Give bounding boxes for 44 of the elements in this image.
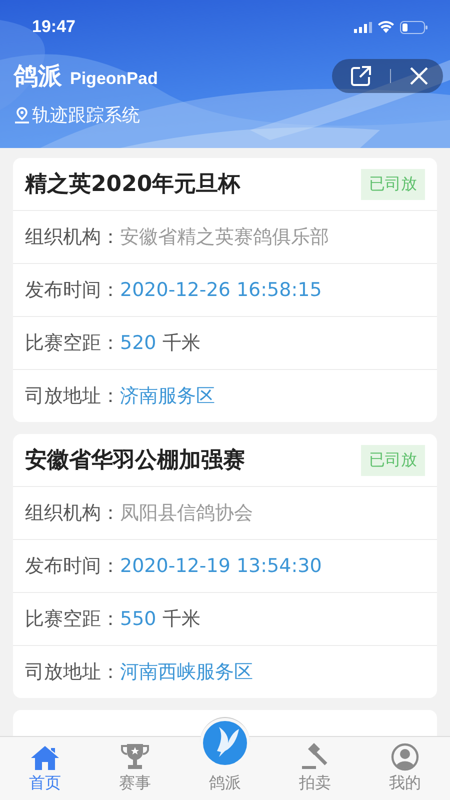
tab-item[interactable]: 我的 — [360, 737, 450, 800]
field-value: 2020-12-26 16:58:15 — [120, 279, 322, 301]
status-tag: 已司放 — [361, 444, 425, 476]
battery-icon — [400, 20, 428, 34]
field-label: 比赛空距： — [25, 607, 120, 632]
wifi-icon — [378, 21, 394, 33]
app-name-latin: PigeonPad — [70, 69, 158, 89]
field-value: 凤阳县信鸽协会 — [120, 501, 253, 526]
race-title: 安徽省华羽公棚加强赛 — [25, 446, 245, 475]
field-value: 河南西峡服务区 — [120, 660, 253, 685]
trophy-icon — [120, 743, 150, 771]
field-label: 比赛空距： — [25, 331, 120, 356]
race-card[interactable]: 安徽省华羽公棚加强赛 已司放 组织机构：凤阳县信鸽协会 发布时间：2020-12-19 13:54:30 比赛空距：550 千米 司放地址：河南西峡服务区 — [13, 434, 437, 698]
house-icon — [30, 745, 60, 771]
field-label: 组织机构： — [25, 225, 120, 250]
tab-item[interactable]: 拍卖 — [270, 737, 360, 800]
field-label: 司放地址： — [25, 660, 120, 685]
race-card[interactable]: 精之英2020年元旦杯 已司放 组织机构：安徽省精之英赛鸽俱乐部 发布时间：2020-12-26 16:58:15 比赛空距：520 千米 司放地址：济南服务区 — [13, 158, 437, 422]
unit-label: 千米 — [162, 607, 200, 632]
profile-icon — [391, 743, 419, 771]
field-value: 520 — [120, 332, 156, 354]
race-title: 精之英2020年元旦杯 — [25, 170, 240, 199]
share-icon[interactable] — [350, 65, 372, 87]
field-label: 司放地址： — [25, 384, 120, 409]
close-icon[interactable] — [409, 66, 429, 86]
app-name: 鸽派 — [14, 61, 62, 92]
field-value: 2020-12-19 13:54:30 — [120, 555, 322, 577]
unit-label: 千米 — [162, 331, 200, 356]
gavel-icon — [300, 743, 330, 771]
field-label: 组织机构： — [25, 501, 120, 526]
status-time: 19:47 — [32, 17, 76, 37]
field-label: 发布时间： — [25, 278, 120, 303]
signal-icon — [354, 22, 372, 32]
field-value: 安徽省精之英赛鸽俱乐部 — [120, 225, 329, 250]
field-value: 济南服务区 — [120, 384, 215, 409]
field-value: 550 — [120, 608, 156, 630]
tab-item[interactable]: 鸽派 — [180, 717, 270, 800]
tab-item[interactable]: 赛事 — [90, 737, 180, 800]
status-tag: 已司放 — [361, 168, 425, 200]
dove-icon — [203, 721, 247, 765]
tab-item[interactable]: 首页 — [0, 737, 90, 800]
location-pin-icon — [14, 106, 30, 124]
field-label: 发布时间： — [25, 554, 120, 579]
subtitle: 轨迹跟踪系统 — [32, 104, 140, 127]
